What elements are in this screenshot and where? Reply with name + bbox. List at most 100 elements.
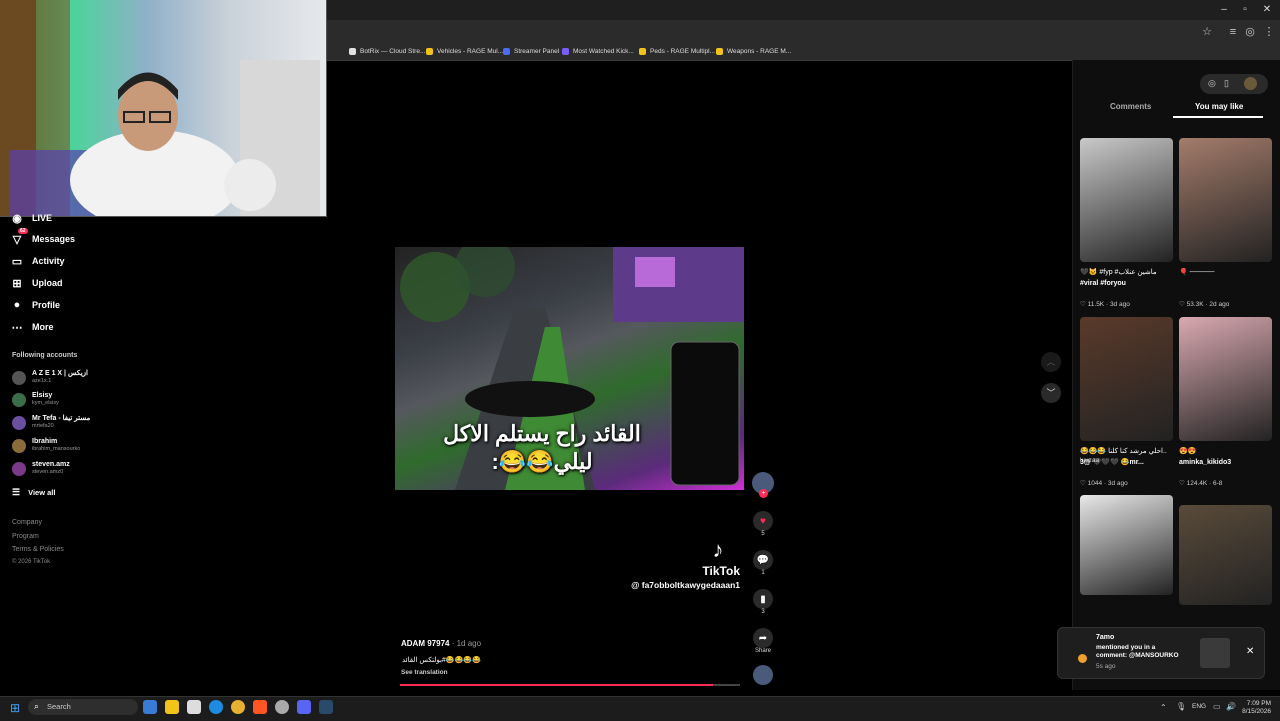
bookmark-item[interactable]: BotRix — Cloud Stre... bbox=[349, 44, 425, 58]
post-age: 1d ago bbox=[456, 639, 482, 648]
windows-start-icon[interactable]: ⊞ bbox=[10, 701, 20, 715]
recommended-video-thumbnail[interactable] bbox=[1080, 317, 1173, 441]
star-icon[interactable]: ☆ bbox=[1200, 25, 1214, 39]
panel-controls: ◎ ▯ bbox=[1200, 74, 1268, 94]
chrome-icon[interactable] bbox=[231, 700, 245, 714]
item-user-luuzaa[interactable]: luuzaa bbox=[1080, 457, 1099, 464]
sidebar-item-label: More bbox=[32, 322, 54, 332]
bookmark-favicon-icon bbox=[503, 47, 510, 55]
follow-plus-icon[interactable]: + bbox=[759, 489, 768, 498]
tiktok-logo-icon: ♪ bbox=[712, 537, 724, 562]
brave-icon[interactable] bbox=[253, 700, 267, 714]
comment-button[interactable]: 💬 1 bbox=[752, 550, 774, 576]
notification-thumbnail bbox=[1200, 638, 1230, 668]
menu-icon[interactable]: ⋮ bbox=[1262, 25, 1276, 39]
caption-line-1: القائد راح يستلم الاكل bbox=[443, 421, 641, 446]
save-button[interactable]: ▮ 3 bbox=[752, 589, 774, 615]
live-icon: ◉ bbox=[12, 212, 22, 225]
language-indicator[interactable]: ENG bbox=[1192, 703, 1206, 710]
network-icon[interactable]: ▭ bbox=[1213, 702, 1221, 711]
author-name[interactable]: ADAM 97974 bbox=[401, 639, 449, 648]
sidebar-item-messages[interactable]: ▽ 62 Messages bbox=[10, 228, 75, 246]
bookmark-item[interactable]: Vehicles - RAGE Mul... bbox=[426, 44, 503, 58]
close-window-icon[interactable]: ✕ bbox=[1260, 3, 1274, 17]
account-username: aze1x.1 bbox=[32, 378, 52, 384]
maximize-icon[interactable]: ▫ bbox=[1238, 3, 1252, 17]
recommended-video-thumbnail[interactable] bbox=[1080, 138, 1173, 262]
bookmark-item[interactable]: Weapons - RAGE M... bbox=[716, 44, 791, 58]
sidebar-item-activity[interactable]: ▭ Activity bbox=[10, 254, 65, 268]
heart-outline-icon: ♡ bbox=[1080, 301, 1088, 308]
following-account[interactable]: steven.amz steven.amz0 bbox=[12, 461, 70, 476]
following-account[interactable]: Mr Tefa - مستر تيفا mrtefa20 bbox=[12, 415, 90, 430]
tray-chevron-icon[interactable]: ⌃ bbox=[1160, 703, 1167, 712]
taskbar-search[interactable]: ⌕ Search bbox=[28, 699, 138, 715]
comment-icon: 💬 bbox=[753, 550, 773, 570]
footer-link[interactable]: Company bbox=[12, 519, 42, 526]
like-count: 5 bbox=[761, 531, 765, 537]
edge-icon[interactable] bbox=[209, 700, 223, 714]
account-name: steven.amz bbox=[32, 461, 70, 468]
share-button[interactable]: ➦ Share bbox=[752, 628, 774, 654]
volume-icon[interactable]: 🔊 bbox=[1226, 702, 1236, 711]
obs-icon[interactable] bbox=[275, 700, 289, 714]
messages-icon: ▽ 62 bbox=[12, 228, 28, 246]
clock[interactable]: 7:09 PM 8/15/2026 bbox=[1239, 700, 1271, 716]
footer-link[interactable]: Terms & Policies bbox=[12, 546, 64, 553]
recommended-video-thumbnail[interactable] bbox=[1179, 505, 1272, 605]
account-icon[interactable]: ◎ bbox=[1243, 25, 1257, 39]
extensions-icon[interactable]: ≡ bbox=[1226, 25, 1240, 39]
like-count: 124.4K bbox=[1186, 480, 1208, 487]
notepad-icon[interactable] bbox=[187, 700, 201, 714]
heart-outline-icon: ♡ bbox=[1080, 480, 1088, 487]
following-account[interactable]: Elsisy kym_elsisy bbox=[12, 392, 59, 407]
footer-link[interactable]: Program bbox=[12, 533, 39, 540]
notification-text: mentioned you in a comment: @MANSOURKO bbox=[1096, 644, 1179, 659]
view-all-link[interactable]: ☰ View all bbox=[12, 487, 55, 498]
phone-icon[interactable]: ▯ bbox=[1224, 78, 1229, 89]
mic-icon[interactable]: 🎙 bbox=[1176, 702, 1186, 711]
creator-avatar-button[interactable]: + bbox=[752, 472, 774, 498]
see-translation-link[interactable]: See translation bbox=[401, 669, 448, 676]
save-count: 3 bbox=[761, 609, 765, 615]
footer-link: © 2026 TikTok bbox=[12, 559, 51, 565]
sidebar-item-upload[interactable]: ⊞ Upload bbox=[10, 276, 63, 290]
more-icon: ⋯ bbox=[11, 321, 23, 334]
minimize-icon[interactable]: – bbox=[1217, 3, 1231, 17]
progress-track[interactable] bbox=[400, 684, 740, 686]
notification-toast[interactable]: 7amo mentioned you in a comment: @MANSOU… bbox=[1057, 627, 1265, 679]
bookmark-item[interactable]: Streamer Panel bbox=[503, 44, 559, 58]
close-notification-icon[interactable]: ✕ bbox=[1246, 646, 1254, 657]
tab-you-may-like[interactable]: You may like bbox=[1195, 102, 1243, 111]
bookmark-item[interactable]: Peds - RAGE Multipl... bbox=[639, 44, 715, 58]
following-account[interactable]: A Z E 1 X | ازيكس aze1x.1 bbox=[12, 370, 88, 385]
discord-icon[interactable] bbox=[297, 700, 311, 714]
next-video-button[interactable]: ﹀ bbox=[1041, 383, 1061, 403]
compass-icon[interactable]: ◎ bbox=[1208, 78, 1216, 89]
sidebar-item-profile[interactable]: ● Profile bbox=[10, 298, 60, 312]
recommended-caption-2: aminka_kikido3 bbox=[1179, 459, 1232, 466]
copilot-icon[interactable] bbox=[143, 700, 157, 714]
bookmark-label: Vehicles - RAGE Mul... bbox=[437, 47, 504, 55]
like-button[interactable]: ♥ 5 bbox=[752, 511, 774, 537]
recommended-meta: ♡ 11.5K · 3d ago bbox=[1080, 301, 1130, 308]
following-account[interactable]: Ibrahim ibrahim_mansourko bbox=[12, 438, 80, 453]
sidebar-item-more[interactable]: ⋯ More bbox=[10, 320, 54, 334]
sidebar-item-label: LIVE bbox=[32, 213, 53, 223]
bookmark-item[interactable]: Most Watched Kick... bbox=[562, 44, 634, 58]
music-disc-button[interactable] bbox=[752, 665, 774, 688]
tab-comments[interactable]: Comments bbox=[1110, 102, 1151, 111]
file-explorer-icon[interactable] bbox=[165, 700, 179, 714]
user-avatar[interactable] bbox=[1244, 77, 1257, 90]
video-description: بولتكس القائد#😂😂😂😂 bbox=[402, 657, 481, 664]
comment-count: 1 bbox=[761, 570, 765, 576]
sidebar-item-label: Upload bbox=[32, 278, 63, 288]
recommended-video-thumbnail[interactable] bbox=[1080, 495, 1173, 595]
previous-video-button[interactable]: ︿ bbox=[1041, 352, 1061, 372]
sidebar-item-live[interactable]: ◉ LIVE bbox=[10, 211, 52, 225]
recommended-video-thumbnail[interactable] bbox=[1179, 138, 1272, 262]
bookmark-favicon-icon bbox=[639, 47, 646, 55]
recommended-video-thumbnail[interactable] bbox=[1179, 317, 1272, 441]
steam-icon[interactable] bbox=[319, 700, 333, 714]
bookmark-favicon-icon bbox=[562, 47, 569, 55]
